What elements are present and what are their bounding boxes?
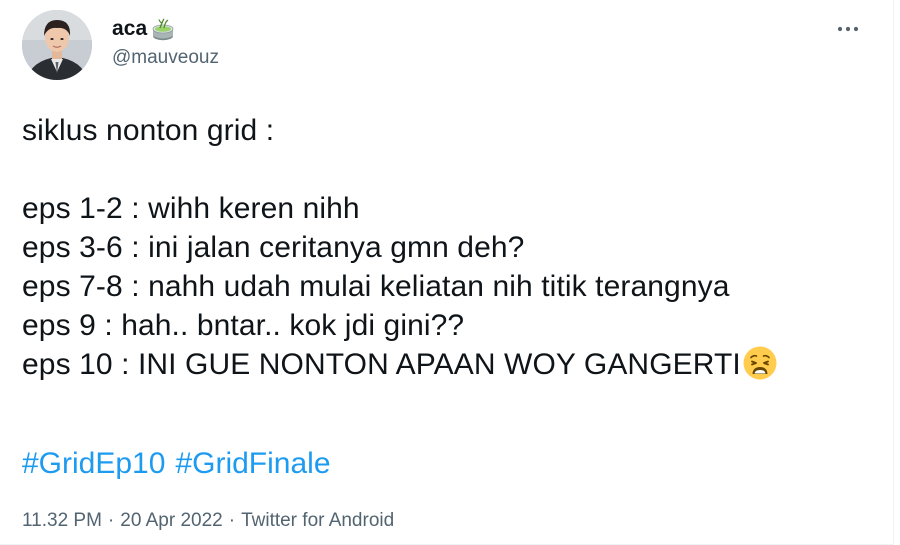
tweet-line: eps 7-8 : nahh udah mulai keliatan nih t… [22, 270, 730, 303]
tweet-line-last: eps 10 : INI GUE NONTON APAAN WOY GANGER… [22, 345, 862, 384]
tweet-line: eps 9 : hah.. bntar.. kok jdi gini?? [22, 309, 465, 342]
tweet-line-text: eps 10 : INI GUE NONTON APAAN WOY GANGER… [22, 348, 741, 381]
more-button[interactable] [833, 18, 863, 40]
scrollbar-track [893, 0, 900, 545]
tweet-meta: 11.32 PM · 20 Apr 2022 · Twitter for And… [22, 510, 394, 532]
avatar[interactable] [22, 10, 92, 80]
tweet-line: eps 3-6 : ini jalan ceritanya gmn deh? [22, 231, 525, 264]
handle[interactable]: @mauveouz [112, 47, 219, 69]
display-name-row: aca [112, 14, 176, 44]
meta-separator: · [228, 510, 236, 531]
meta-separator: · [107, 510, 115, 531]
hashtag-row: #GridEp10 #GridFinale [22, 444, 331, 483]
tweet-line: eps 1-2 : wihh keren nihh [22, 192, 360, 225]
display-name[interactable]: aca [112, 17, 147, 41]
tweet-line: siklus nonton grid : [22, 114, 275, 147]
more-horizontal-icon [836, 20, 860, 38]
hashtag-link[interactable]: #GridEp10 [22, 444, 165, 483]
matcha-drink-icon [150, 16, 176, 42]
weary-face-icon [742, 345, 778, 381]
tweet-time[interactable]: 11.32 PM [22, 510, 102, 532]
hashtag-link[interactable]: #GridFinale [175, 444, 330, 483]
tweet-source[interactable]: Twitter for Android [241, 510, 394, 532]
tweet-text: siklus nonton grid : eps 1-2 : wihh kere… [22, 111, 862, 384]
tweet-card: aca @mauveouz siklus nonton grid : eps 1… [0, 0, 893, 545]
tweet-date[interactable]: 20 Apr 2022 [120, 510, 222, 532]
